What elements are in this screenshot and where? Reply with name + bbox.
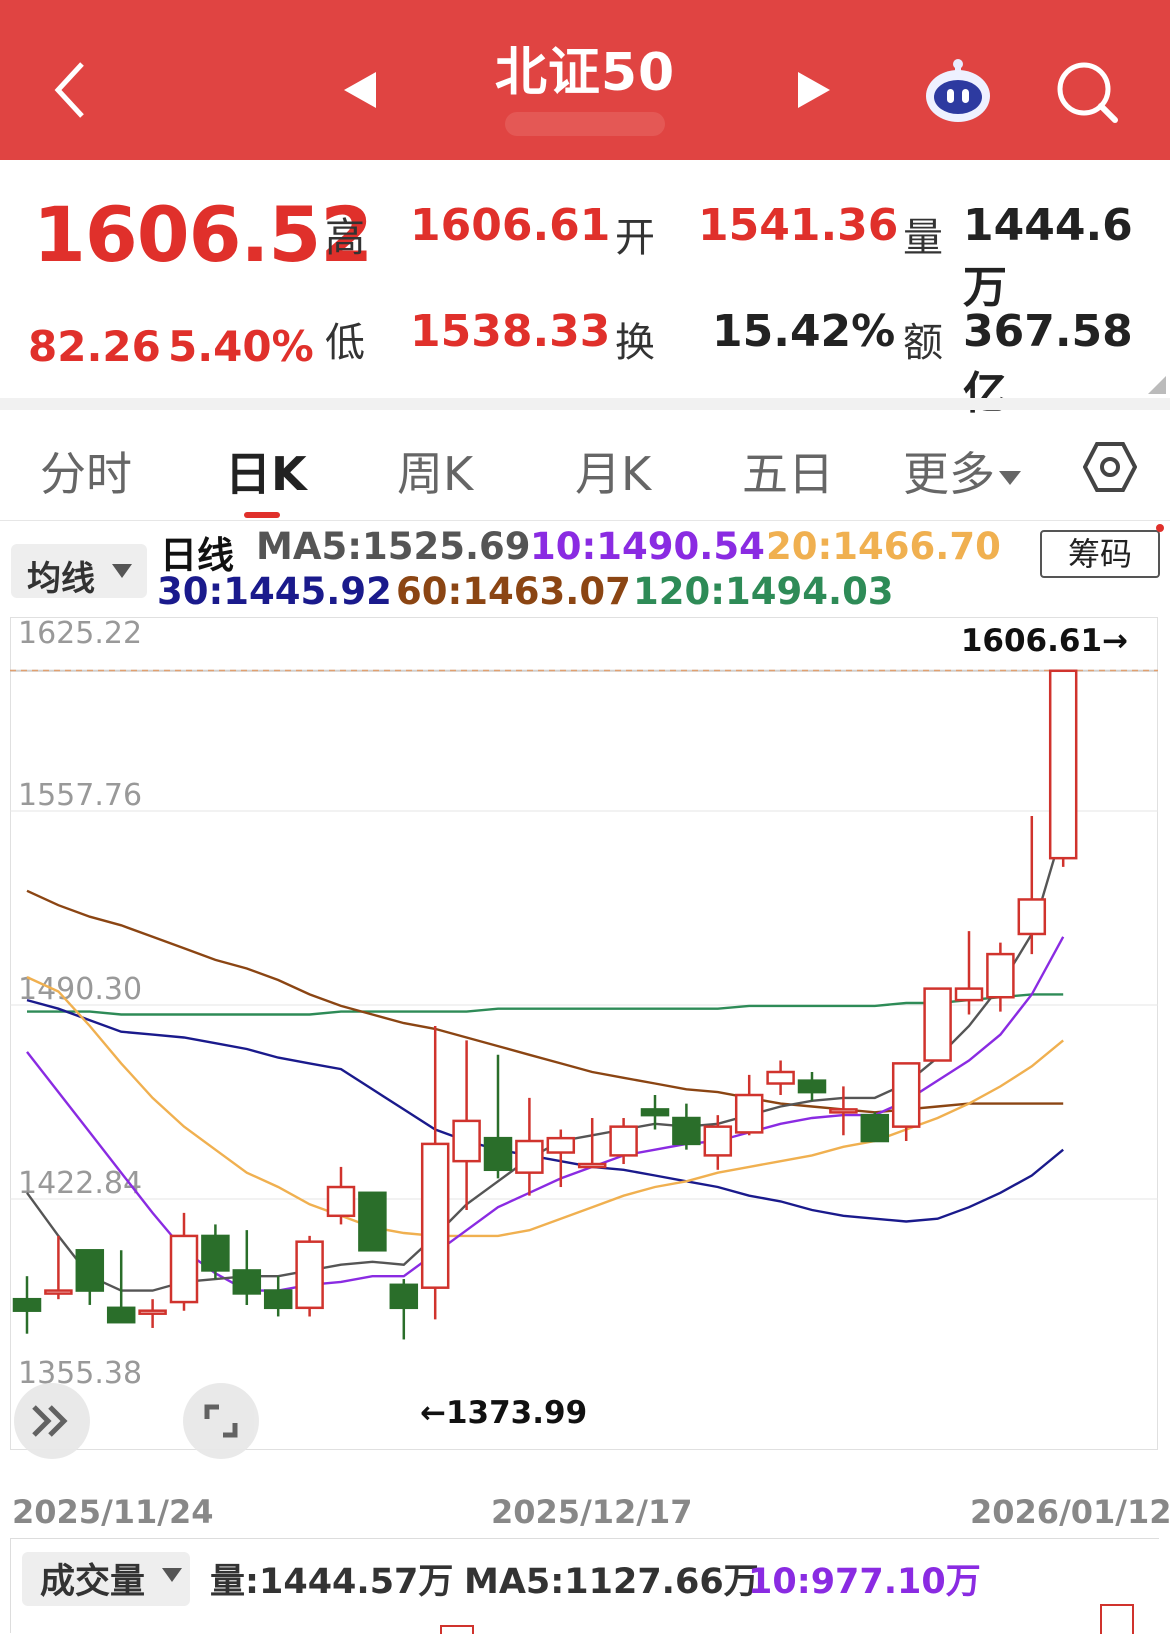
candle-body bbox=[420, 1142, 450, 1289]
tab-daily-k[interactable]: 日K bbox=[225, 438, 307, 504]
turnover-value: 15.42% bbox=[712, 306, 896, 357]
low-label: 低 bbox=[325, 320, 365, 366]
ma120-line bbox=[27, 993, 1064, 1016]
ma60-value: 60:1463.07 bbox=[396, 570, 631, 613]
volume-bar bbox=[1100, 1604, 1134, 1634]
hexagon-settings-icon[interactable] bbox=[1083, 440, 1137, 494]
ma120-value: 120:1494.03 bbox=[633, 570, 894, 613]
volume-label: 量 bbox=[903, 215, 943, 261]
y-tick-label: 1557.76 bbox=[18, 778, 142, 813]
tab-more-label: 更多 bbox=[903, 447, 995, 501]
candle-body bbox=[138, 1309, 167, 1315]
open-value: 1541.36 bbox=[698, 200, 899, 251]
candle-body bbox=[12, 1297, 42, 1312]
section-divider bbox=[0, 398, 1170, 410]
change-percent: 5.40% bbox=[168, 322, 314, 371]
ma-selector-label: 均线 bbox=[27, 559, 95, 599]
tab-monthly-k[interactable]: 月K bbox=[575, 438, 651, 504]
candle-body bbox=[389, 1283, 419, 1310]
robot-icon[interactable] bbox=[920, 56, 996, 126]
candle-body bbox=[1017, 898, 1047, 936]
y-tick-label: 1422.84 bbox=[18, 1166, 142, 1201]
fullscreen-icon bbox=[204, 1404, 238, 1438]
x-label-mid: 2025/12/17 bbox=[491, 1493, 693, 1531]
resize-corner-icon bbox=[1148, 376, 1166, 394]
candle-body bbox=[609, 1125, 638, 1157]
candle-body bbox=[546, 1136, 576, 1154]
candle-body bbox=[263, 1289, 293, 1310]
x-label-start: 2025/11/24 bbox=[12, 1493, 214, 1531]
ma30-value: 30:1445.92 bbox=[157, 570, 392, 613]
candle-body bbox=[891, 1062, 921, 1128]
expand-button[interactable] bbox=[14, 1383, 90, 1459]
turnover-label: 换 bbox=[615, 320, 655, 366]
candle-body bbox=[577, 1162, 607, 1169]
candle-body bbox=[515, 1139, 544, 1174]
x-label-end: 2026/01/12 bbox=[970, 1493, 1170, 1531]
candle-body bbox=[358, 1191, 387, 1252]
high-value: 1606.61 bbox=[410, 200, 611, 251]
candle-body bbox=[766, 1070, 795, 1085]
candle-body bbox=[986, 952, 1015, 999]
notification-dot bbox=[1156, 524, 1164, 532]
tab-five-day[interactable]: 五日 bbox=[742, 438, 834, 504]
volume-ma5-label: MA5:1127.66万 bbox=[464, 1562, 759, 1602]
double-chevron-icon bbox=[32, 1405, 68, 1437]
amount-label: 额 bbox=[903, 320, 943, 366]
candle-body bbox=[452, 1119, 481, 1163]
candle-body bbox=[75, 1249, 105, 1292]
candle-body bbox=[201, 1234, 230, 1272]
active-tab-indicator bbox=[244, 512, 280, 518]
candle-body bbox=[295, 1240, 324, 1310]
subtitle-placeholder bbox=[505, 112, 665, 136]
triangle-right-icon[interactable] bbox=[796, 70, 832, 110]
candlestick-chart[interactable]: 1625.221557.761490.301422.841355.381606.… bbox=[10, 617, 1158, 1489]
max-price-annotation: 1606.61→ bbox=[961, 623, 1128, 659]
candle-body bbox=[483, 1136, 513, 1172]
candle-body bbox=[923, 987, 952, 1062]
volume-bar bbox=[440, 1625, 474, 1634]
volume-value: 1444.6万 bbox=[963, 200, 1133, 313]
last-price: 1606.52 bbox=[33, 190, 373, 279]
low-value: 1538.33 bbox=[410, 306, 611, 357]
candle-body bbox=[734, 1093, 764, 1134]
candle-body bbox=[797, 1079, 827, 1094]
ma20-value: 20:1466.70 bbox=[766, 525, 1001, 568]
caret-down-icon bbox=[112, 564, 132, 578]
candle-body bbox=[44, 1289, 73, 1295]
candle-body bbox=[954, 987, 984, 1002]
candle-body bbox=[232, 1269, 262, 1295]
candle-body bbox=[640, 1108, 670, 1117]
volume-ma10-label: 10:977.10万 bbox=[748, 1562, 981, 1602]
candle-body bbox=[829, 1108, 858, 1114]
search-icon[interactable] bbox=[1055, 60, 1121, 126]
candle-body bbox=[860, 1113, 890, 1143]
candle-body bbox=[106, 1306, 136, 1324]
candle-body bbox=[1048, 669, 1078, 860]
caret-down-icon bbox=[999, 470, 1021, 485]
tab-weekly-k[interactable]: 周K bbox=[397, 438, 473, 504]
ma5-value: MA5:1525.69 bbox=[256, 525, 531, 568]
ma10-value: 10:1490.54 bbox=[530, 525, 765, 568]
chart-frame bbox=[10, 617, 1158, 1450]
min-price-annotation: ←1373.99 bbox=[420, 1395, 587, 1431]
tab-intraday[interactable]: 分时 bbox=[40, 438, 132, 504]
tab-bar-divider bbox=[0, 520, 1170, 521]
change-value: 82.26 bbox=[28, 322, 161, 371]
chip-distribution-button[interactable]: 筹码 bbox=[1040, 530, 1160, 578]
candle-body bbox=[169, 1234, 199, 1304]
candle-body bbox=[326, 1185, 356, 1218]
volume-value-label: 量:1444.57万 bbox=[210, 1562, 454, 1602]
candle-body bbox=[703, 1125, 733, 1157]
caret-down-icon bbox=[162, 1568, 182, 1582]
volume-selector-label: 成交量 bbox=[40, 1562, 146, 1602]
open-label: 开 bbox=[615, 215, 655, 261]
tab-more[interactable]: 更多 bbox=[903, 438, 1021, 504]
high-label: 高 bbox=[325, 215, 365, 261]
candle-body bbox=[672, 1116, 701, 1146]
y-tick-label: 1625.22 bbox=[18, 617, 142, 651]
top-nav-bar: 北证50 bbox=[0, 0, 1170, 160]
fullscreen-button[interactable] bbox=[183, 1383, 259, 1459]
